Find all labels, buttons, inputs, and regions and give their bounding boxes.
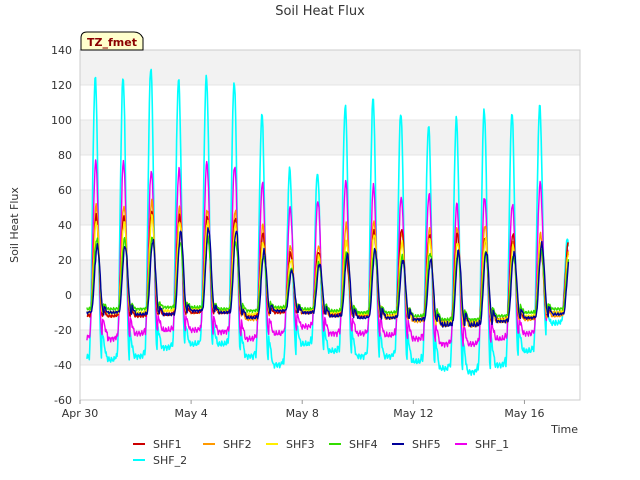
x-tick-label: Apr 30: [62, 407, 99, 420]
y-tick-label: -60: [54, 394, 72, 407]
y-tick-label: -40: [54, 359, 72, 372]
legend-label-shf3: SHF3: [286, 438, 315, 451]
y-axis-label: Soil Heat Flux: [8, 187, 21, 263]
soil-heat-flux-chart: -60 -40 -20 0 20 40 60 80 100 120 140 Apr 30 May 4 M…: [0, 0, 640, 480]
chart-title: Soil Heat Flux: [275, 4, 365, 19]
legend-label-shf-1: SHF_1: [475, 438, 509, 451]
y-tick-label: 0: [65, 289, 72, 302]
x-tick-label: May 4: [174, 407, 207, 420]
legend-label-shf2: SHF2: [223, 438, 252, 451]
y-tick-label: 120: [51, 79, 72, 92]
badge-label: TZ_fmet: [87, 36, 137, 49]
x-tick-label: May 12: [393, 407, 433, 420]
y-tick-label: 60: [58, 184, 72, 197]
y-tick-label: 100: [51, 114, 72, 127]
y-tick-label: -20: [54, 324, 72, 337]
y-tick-label: 140: [51, 44, 72, 57]
legend-label-shf-2: SHF_2: [153, 454, 187, 467]
legend-label-shf5: SHF5: [412, 438, 441, 451]
site-badge: TZ_fmet: [80, 31, 144, 51]
y-tick-label: 80: [58, 149, 72, 162]
legend-label-shf4: SHF4: [349, 438, 378, 451]
grid-band: [80, 120, 580, 155]
x-tick-label: May 8: [286, 407, 319, 420]
grid-band: [80, 50, 580, 85]
x-tick-label: May 16: [504, 407, 544, 420]
legend-label-shf1: SHF1: [153, 438, 182, 451]
x-axis-label: Time: [550, 423, 578, 436]
y-tick-label: 20: [58, 254, 72, 267]
y-tick-label: 40: [58, 219, 72, 232]
grid-band: [80, 190, 580, 225]
